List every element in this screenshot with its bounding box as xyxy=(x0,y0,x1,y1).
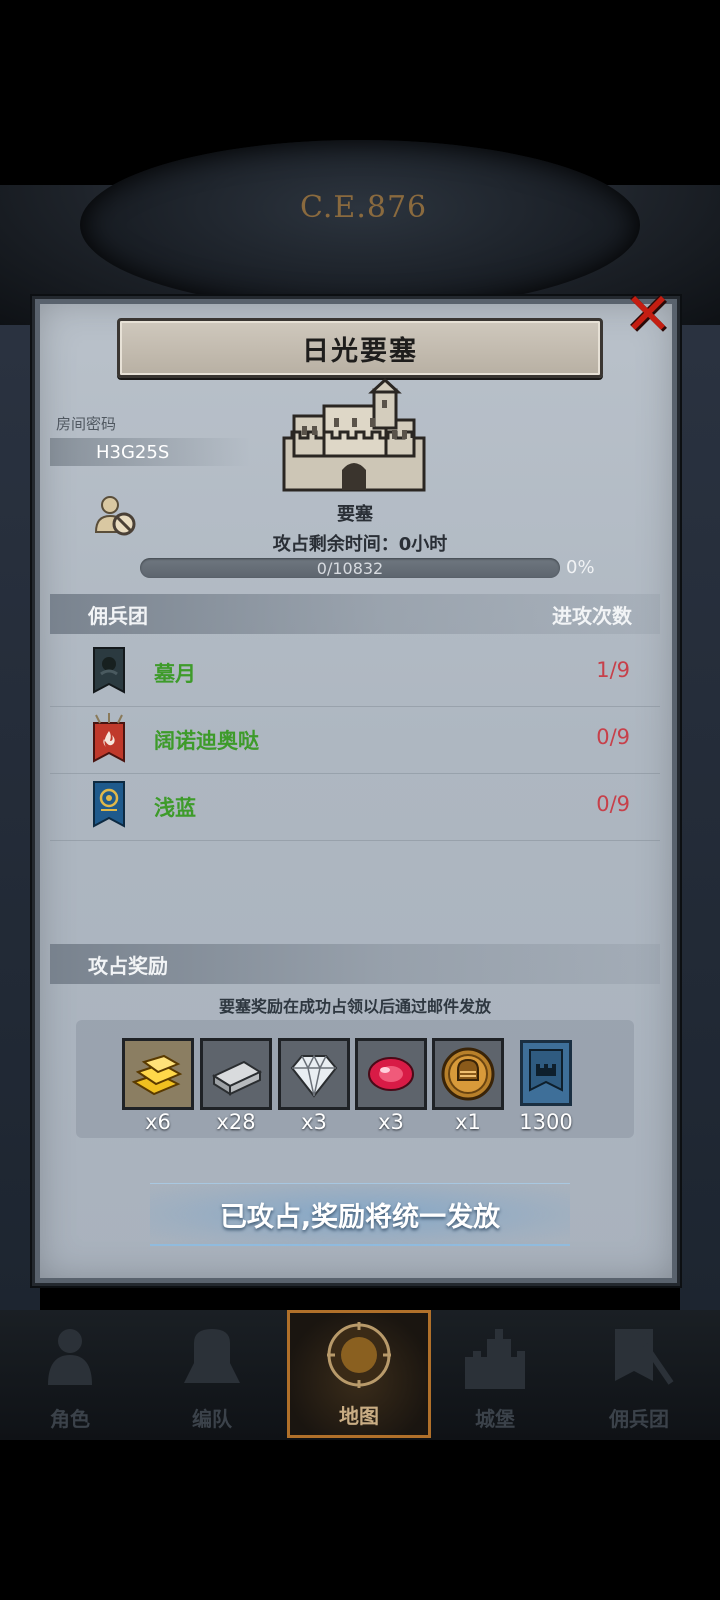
reward-section-header: 攻占奖励 xyxy=(50,944,660,984)
fortress-castle-image xyxy=(282,378,426,492)
reward-note: 要塞奖励在成功占领以后通过邮件发放 xyxy=(218,997,491,1016)
mercenary-row[interactable]: 墓月 1/9 xyxy=(50,640,660,707)
mercenary-row[interactable]: 浅蓝 0/9 xyxy=(50,774,660,841)
nav-label: 佣兵团 xyxy=(609,1407,669,1431)
mercenary-header-label: 佣兵团 xyxy=(88,603,148,628)
nav-label: 角色 xyxy=(50,1407,90,1431)
mercenary-name: 阔诺迪奥哒 xyxy=(154,729,259,753)
formation-icon xyxy=(184,1329,240,1383)
gold-bars-icon[interactable] xyxy=(122,1038,194,1110)
room-password-label: 房间密码 xyxy=(56,415,117,433)
reward-quantity: 1300 xyxy=(519,1110,573,1134)
close-x-icon[interactable]: ✕ xyxy=(622,285,674,343)
reward-quantity: x1 xyxy=(455,1110,481,1134)
mercenary-row[interactable]: 阔诺迪奥哒 0/9 xyxy=(50,707,660,774)
capture-time-remaining: 攻占剩余时间：0小时 xyxy=(272,534,448,555)
nav-label: 地图 xyxy=(339,1404,379,1428)
character-icon xyxy=(48,1329,92,1385)
attack-count-header-label: 进攻次数 xyxy=(552,603,632,628)
nav-label: 城堡 xyxy=(475,1407,515,1431)
reward-quantity: x28 xyxy=(216,1110,256,1134)
nav-item-formation[interactable]: 编队 xyxy=(147,1310,277,1438)
diamond-icon[interactable] xyxy=(278,1038,350,1110)
mercenary-name: 墓月 xyxy=(154,662,196,686)
ruby-icon[interactable] xyxy=(355,1038,427,1110)
castle-banner-icon[interactable] xyxy=(520,1040,572,1106)
dialog-title: 日光要塞 xyxy=(117,318,603,378)
mercenary-name: 浅蓝 xyxy=(154,796,196,820)
mercenary-section-header: 佣兵团 进攻次数 xyxy=(50,594,660,634)
nav-item-mercenary[interactable]: 佣兵团 xyxy=(574,1310,704,1438)
knight-helmet-coin-icon[interactable] xyxy=(432,1038,504,1110)
nav-label: 编队 xyxy=(192,1407,232,1431)
nav-item-character[interactable]: 角色 xyxy=(5,1310,135,1438)
nav-item-castle[interactable]: 城堡 xyxy=(430,1310,560,1438)
capture-progress-bar: 0/10832 xyxy=(140,558,560,578)
room-password-value: H3G25S xyxy=(50,438,250,466)
reward-header-label: 攻占奖励 xyxy=(88,953,168,978)
castle-type-label: 要塞 xyxy=(337,504,373,525)
reward-quantity: x6 xyxy=(145,1110,171,1134)
progress-text: 0/10832 xyxy=(316,558,384,578)
iron-ingot-icon[interactable] xyxy=(200,1038,272,1110)
mercenary-attack-count: 0/9 xyxy=(596,792,630,816)
claim-reward-button[interactable]: 已攻占,奖励将统一发放 xyxy=(150,1183,570,1246)
no-player-icon[interactable] xyxy=(92,494,138,538)
progress-percent: 0% xyxy=(566,557,595,578)
mercenary-attack-count: 1/9 xyxy=(596,658,630,682)
map-compass-icon xyxy=(327,1322,391,1388)
moon-banner-icon xyxy=(93,647,125,694)
era-label: C.E.876 xyxy=(300,190,428,225)
castle-icon xyxy=(465,1329,525,1389)
room-code-text: H3G25S xyxy=(96,441,170,463)
nav-item-map[interactable]: 地图 xyxy=(287,1310,431,1438)
background-right xyxy=(680,325,720,1310)
mercenary-attack-count: 0/9 xyxy=(596,725,630,749)
mercenary-icon xyxy=(615,1329,674,1385)
sun-eye-banner-icon xyxy=(93,781,125,828)
flame-banner-icon xyxy=(93,713,125,763)
era-dial xyxy=(80,140,640,310)
